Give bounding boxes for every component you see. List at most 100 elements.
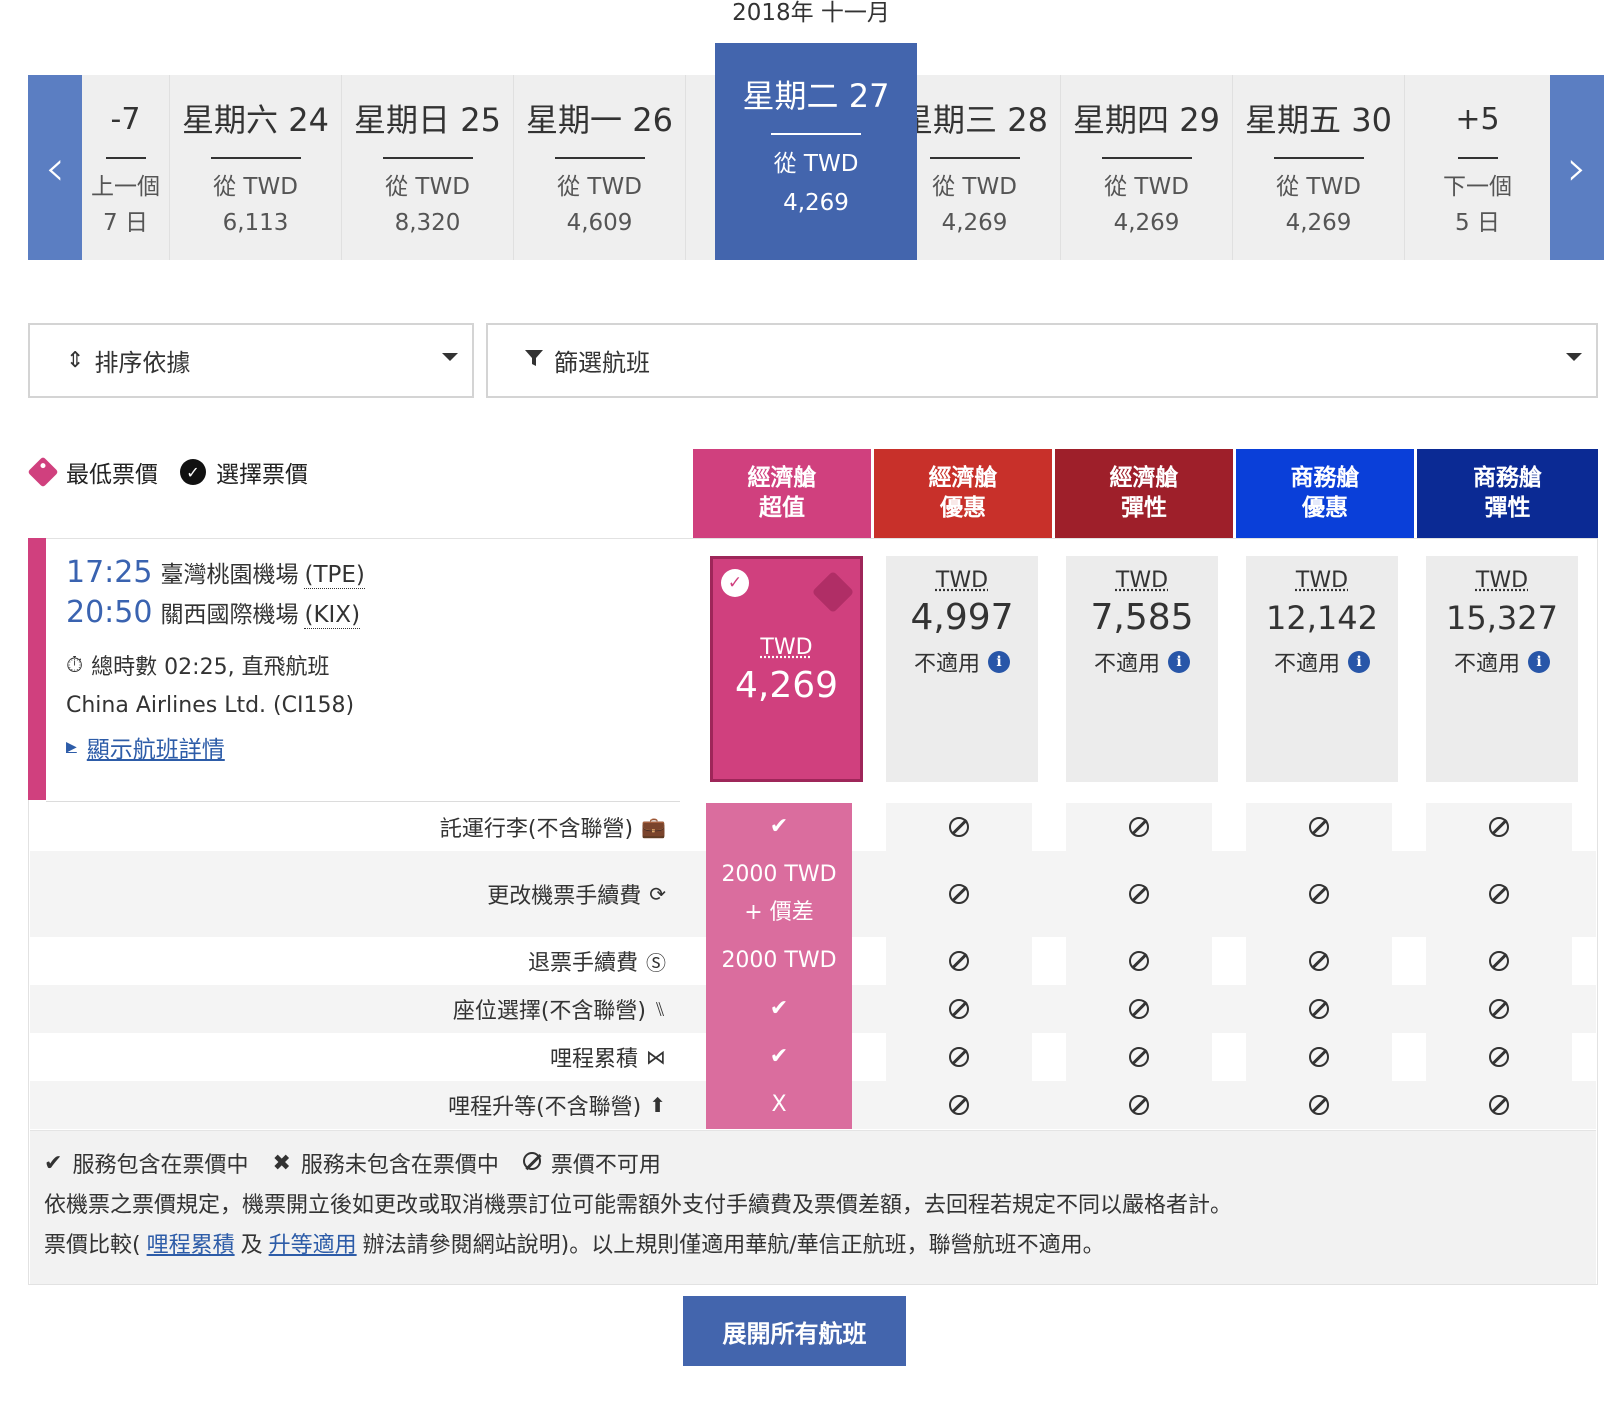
- prev-dates-button[interactable]: ‹: [28, 75, 82, 260]
- fare-currency: TWD: [1115, 568, 1169, 593]
- fare-header-line2: 彈性: [1484, 495, 1531, 521]
- filter-dropdown[interactable]: 篩選航班: [486, 323, 1598, 398]
- day-from: 從 TWD: [385, 174, 470, 200]
- day-title: 星期五 30: [1245, 101, 1392, 139]
- day-title: +5: [1455, 102, 1500, 137]
- day-title: 星期一 26: [526, 101, 673, 139]
- details-label: 顯示航班詳情: [86, 737, 225, 763]
- feature-value-selected: 2000 TWD: [706, 937, 852, 985]
- day-prev-7[interactable]: -7 上一個 7 日: [82, 75, 170, 260]
- price-tag-icon: [811, 570, 855, 614]
- day-price: 4,269: [1113, 210, 1180, 236]
- fare-option-economy-super-selected[interactable]: ✓ TWD 4,269: [710, 556, 863, 782]
- divider: [554, 157, 645, 159]
- fare-header-line1: 經濟艙: [928, 465, 998, 491]
- departure-time: 17:25: [66, 555, 153, 590]
- departure-code: (TPE): [304, 562, 365, 589]
- feature-label: 退票手續費 Ⓢ: [528, 937, 666, 985]
- chevron-right-icon: ›: [1567, 138, 1587, 197]
- not-available-icon: [1426, 851, 1572, 937]
- day-mon-26[interactable]: 星期一 26 從 TWD 4,609: [514, 75, 686, 260]
- sort-icon: ⇕: [66, 348, 85, 373]
- feature-label-text: 座位選擇(不含聯營): [452, 999, 646, 1024]
- fare-header-line2: 超值: [759, 495, 805, 521]
- feature-label-text: 哩程升等(不含聯營): [448, 1095, 642, 1120]
- fare-amount: 15,327: [1446, 599, 1558, 637]
- day-fri-30[interactable]: 星期五 30 從 TWD 4,269: [1233, 75, 1405, 260]
- info-icon[interactable]: i: [1528, 651, 1550, 673]
- fare-option-business-flex[interactable]: TWD 15,327 不適用 i: [1426, 556, 1578, 782]
- day-from: 從 TWD: [1276, 174, 1361, 200]
- fare-header-line2: 彈性: [1121, 495, 1167, 521]
- day-next-5[interactable]: +5 下一個 5 日: [1405, 75, 1550, 260]
- feature-label-text: 哩程累積: [549, 1047, 638, 1072]
- feature-label: 更改機票手續費 ⟳: [487, 851, 666, 937]
- arrival-time: 20:50: [66, 595, 153, 630]
- not-available-icon: [1066, 1081, 1212, 1129]
- fare-header-line1: 經濟艙: [1109, 465, 1179, 491]
- upgrade-link[interactable]: 升等適用: [269, 1227, 357, 1259]
- info-icon[interactable]: i: [1348, 651, 1370, 673]
- divider: [929, 157, 1020, 159]
- fare-notes: ✔ 服務包含在票價中 ✖ 服務未包含在票價中 票價不可用 依機票之票價規定，機票…: [30, 1130, 1596, 1284]
- miles-link[interactable]: 哩程累積: [147, 1227, 235, 1259]
- seat-icon: ⑊: [654, 997, 666, 1021]
- fare-header-line1: 經濟艙: [747, 465, 817, 491]
- flight-info: 17:25 臺灣桃園機場 (TPE) 20:50 關西國際機場 (KIX) ⏱ …: [66, 555, 666, 769]
- price-tag-icon: [27, 456, 59, 488]
- feature-label-text: 託運行李(不含聯營): [439, 817, 634, 842]
- not-available-icon: [1246, 985, 1392, 1033]
- feature-label: 座位選擇(不含聯營) ⑊: [453, 985, 666, 1033]
- day-thu-29[interactable]: 星期四 29 從 TWD 4,269: [1061, 75, 1233, 260]
- fare-note-text: 不適用: [1093, 652, 1160, 677]
- month-title: 2018年 十一月: [732, 0, 890, 26]
- fare-amount: 7,585: [1090, 597, 1194, 638]
- show-flight-details-link[interactable]: ▶ 顯示航班詳情: [66, 725, 666, 769]
- feature-row-refund-fee: 退票手續費 Ⓢ 2000 TWD: [30, 937, 1596, 985]
- feature-label-text: 退票手續費: [527, 951, 638, 976]
- sort-dropdown[interactable]: ⇕ 排序依據: [28, 323, 474, 398]
- day-sat-24[interactable]: 星期六 24 從 TWD 6,113: [170, 75, 342, 260]
- feature-row-baggage: 託運行李(不含聯營) 💼 ✔: [30, 803, 1596, 851]
- arrival-code: (KIX): [304, 602, 361, 629]
- day-sun-25[interactable]: 星期日 25 從 TWD 8,320: [342, 75, 514, 260]
- legend-unavailable: 票價不可用: [550, 1153, 661, 1178]
- refund-icon: Ⓢ: [646, 950, 666, 975]
- legend-lowest: 最低票價: [66, 462, 158, 488]
- fare-option-economy-flex[interactable]: TWD 7,585 不適用 i: [1066, 556, 1218, 782]
- day-price: 4,269: [1285, 210, 1352, 236]
- fare-option-economy-saver[interactable]: TWD 4,997 不適用 i: [886, 556, 1038, 782]
- not-available-icon: [522, 1151, 541, 1176]
- expand-all-flights-button[interactable]: 展開所有航班: [683, 1296, 906, 1366]
- day-title: 星期六 24: [182, 101, 329, 139]
- divider: [1457, 157, 1498, 159]
- stopwatch-icon: ⏱: [66, 652, 84, 678]
- fare-header-line1: 商務艙: [1290, 465, 1360, 491]
- arrival: 20:50 關西國際機場 (KIX): [66, 595, 666, 635]
- not-available-icon: [886, 851, 1032, 937]
- flight-accent-bar: [28, 538, 46, 800]
- day-from: 從 TWD: [213, 174, 298, 200]
- duration-text: 總時數 02:25, 直飛航班: [91, 655, 330, 680]
- departure-airport: 臺灣桃園機場: [160, 562, 299, 588]
- not-available-icon: [1066, 985, 1212, 1033]
- next-dates-button[interactable]: ›: [1550, 75, 1604, 260]
- fare-option-business-saver[interactable]: TWD 12,142 不適用 i: [1246, 556, 1398, 782]
- notes-compare: 票價比較( 哩程累積 及 升等適用 辦法請參閱網站說明)。以上規則僅適用華航/華…: [44, 1223, 1582, 1263]
- day-title: 星期四 29: [1073, 101, 1220, 139]
- day-tue-27-selected[interactable]: 星期二 27 從 TWD 4,269: [715, 43, 917, 260]
- feature-value-selected: ✔: [706, 803, 852, 851]
- check-icon: ✔: [44, 1150, 63, 1176]
- day-from: 下一個: [1443, 174, 1512, 200]
- not-available-icon: [1066, 851, 1212, 937]
- feature-value-selected: 2000 TWD + 價差: [706, 851, 852, 937]
- info-icon[interactable]: i: [1168, 651, 1190, 673]
- info-icon[interactable]: i: [988, 651, 1010, 673]
- feature-label: 哩程累積 ⋈: [550, 1033, 666, 1081]
- check-circle-icon: ✓: [180, 459, 206, 485]
- check-circle-icon: ✓: [721, 569, 749, 597]
- sort-label: 排序依據: [94, 349, 191, 377]
- fare-header-economy-saver: 經濟艙 優惠: [874, 449, 1052, 538]
- chevron-down-icon: [1566, 353, 1582, 361]
- day-from: 上一個: [91, 174, 160, 200]
